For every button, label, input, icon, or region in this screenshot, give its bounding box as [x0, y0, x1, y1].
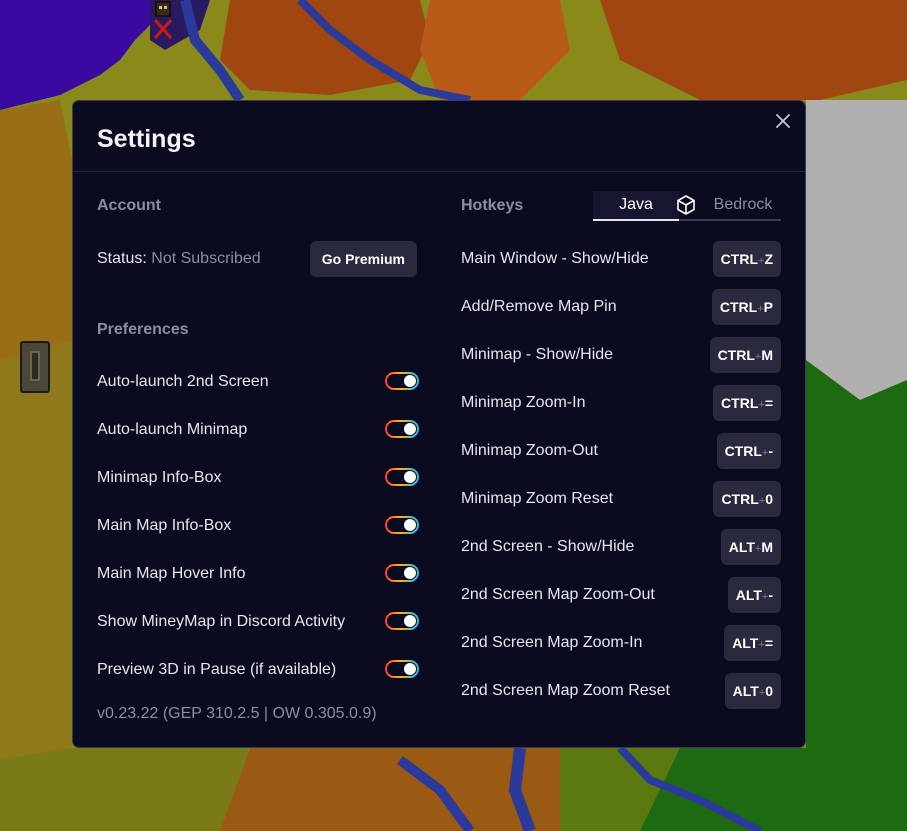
hotkey-label: Add/Remove Map Pin — [461, 298, 617, 315]
hotkey-modifier: CTRL — [721, 395, 759, 411]
toggle-knob — [404, 423, 416, 435]
account-status-row: Status: Not Subscribed Go Premium — [97, 241, 417, 277]
hotkey-label: 2nd Screen Map Zoom Reset — [461, 682, 670, 699]
version-text: v0.23.22 (GEP 310.2.5 | OW 0.305.0.9) — [97, 705, 377, 722]
hotkey-modifier: ALT — [735, 587, 762, 603]
map-marker-icon[interactable] — [20, 341, 50, 393]
hotkey-label: 2nd Screen Map Zoom-In — [461, 634, 643, 651]
status-text: Status: Not Subscribed — [97, 250, 261, 268]
preference-row: Show MineyMap in Discord Activity — [97, 611, 419, 635]
hotkey-label: Main Window - Show/Hide — [461, 250, 649, 267]
preference-label: Auto-launch Minimap — [97, 421, 248, 438]
preference-label: Main Map Info-Box — [97, 517, 232, 534]
hotkey-key: - — [768, 443, 773, 459]
hotkey-key: Z — [764, 251, 773, 267]
tab-bedrock[interactable]: Bedrock — [703, 191, 783, 219]
hotkey-key: P — [763, 299, 773, 315]
hotkey-key: - — [768, 587, 773, 603]
preference-label: Auto-launch 2nd Screen — [97, 373, 269, 390]
hotkey-label: 2nd Screen Map Zoom-Out — [461, 586, 655, 603]
status-label: Status: — [97, 250, 147, 267]
hotkey-row: Add/Remove Map Pin CTRL+P — [461, 289, 783, 325]
hotkey-key: 0 — [765, 491, 773, 507]
hotkey-modifier: ALT — [728, 539, 755, 555]
hotkey-modifier: CTRL — [724, 443, 762, 459]
hotkey-modifier: CTRL — [719, 299, 758, 315]
toggle-knob — [404, 471, 416, 483]
hotkey-row: 2nd Screen Map Zoom-Out ALT+- — [461, 577, 783, 613]
hotkey-binding[interactable]: CTRL+= — [713, 385, 781, 421]
hotkey-modifier: CTRL — [720, 251, 758, 267]
preference-row: Minimap Info-Box — [97, 467, 419, 491]
toggle-knob — [404, 663, 416, 675]
hotkey-row: Minimap - Show/Hide CTRL+M — [461, 337, 783, 373]
hotkey-row: Minimap Zoom-In CTRL+= — [461, 385, 783, 421]
right-column: Hotkeys Java Bedrock Main Window - Show/… — [461, 171, 783, 731]
close-icon[interactable] — [773, 111, 793, 131]
preference-row: Preview 3D in Pause (if available) — [97, 659, 419, 683]
hotkey-row: 2nd Screen Map Zoom Reset ALT+0 — [461, 673, 783, 709]
hotkey-label: Minimap Zoom-Out — [461, 442, 598, 459]
hotkey-row: 2nd Screen Map Zoom-In ALT+= — [461, 625, 783, 661]
hotkey-binding[interactable]: CTRL+0 — [713, 481, 781, 517]
hotkey-label: Minimap Zoom Reset — [461, 490, 614, 507]
hotkey-modifier: CTRL — [717, 347, 755, 363]
hotkey-label: 2nd Screen - Show/Hide — [461, 538, 635, 555]
toggle-knob — [404, 375, 416, 387]
hotkey-row: Main Window - Show/Hide CTRL+Z — [461, 241, 783, 277]
hotkey-row: Minimap Zoom-Out CTRL+- — [461, 433, 783, 469]
preference-toggle[interactable] — [385, 564, 419, 582]
hotkey-row: Minimap Zoom Reset CTRL+0 — [461, 481, 783, 517]
hotkey-row: 2nd Screen - Show/Hide ALT+M — [461, 529, 783, 565]
preference-toggle[interactable] — [385, 420, 419, 438]
hotkey-key: 0 — [765, 683, 773, 699]
toggle-knob — [404, 615, 416, 627]
hotkey-binding[interactable]: ALT+= — [724, 625, 781, 661]
hotkey-key: M — [761, 347, 773, 363]
player-pin-icon[interactable] — [152, 0, 174, 40]
hotkey-label: Minimap Zoom-In — [461, 394, 586, 411]
hotkey-modifier: ALT — [732, 683, 759, 699]
modal-title: Settings — [97, 125, 196, 153]
preferences-section-label: Preferences — [97, 321, 189, 338]
hotkey-binding[interactable]: ALT+0 — [724, 673, 781, 709]
hotkey-modifier: ALT — [732, 635, 759, 651]
account-section-label: Account — [97, 197, 161, 214]
hotkey-binding[interactable]: CTRL+Z — [712, 241, 781, 277]
preference-row: Main Map Info-Box — [97, 515, 419, 539]
edition-tabs: Java Bedrock — [593, 191, 781, 221]
hotkey-binding[interactable]: CTRL+M — [709, 337, 781, 373]
preference-label: Minimap Info-Box — [97, 469, 222, 486]
toggle-knob — [404, 519, 416, 531]
preference-toggle[interactable] — [385, 660, 419, 678]
preference-row: Auto-launch Minimap — [97, 419, 419, 443]
go-premium-button[interactable]: Go Premium — [309, 241, 417, 277]
preference-row: Main Map Hover Info — [97, 563, 419, 587]
preference-label: Show MineyMap in Discord Activity — [97, 613, 346, 630]
hotkey-key: = — [764, 395, 773, 411]
toggle-knob — [404, 567, 416, 579]
status-value: Not Subscribed — [151, 250, 261, 267]
left-column: Account Status: Not Subscribed Go Premiu… — [97, 171, 419, 731]
hotkey-label: Minimap - Show/Hide — [461, 346, 614, 363]
preference-toggle[interactable] — [385, 372, 419, 390]
preference-toggle[interactable] — [385, 612, 419, 630]
hotkey-binding[interactable]: ALT+M — [720, 529, 781, 565]
tab-java[interactable]: Java — [593, 191, 679, 221]
preference-toggle[interactable] — [385, 468, 419, 486]
cube-icon[interactable] — [675, 194, 697, 216]
hotkey-modifier: CTRL — [721, 491, 759, 507]
hotkey-binding[interactable]: CTRL+P — [711, 289, 781, 325]
preference-toggle[interactable] — [385, 516, 419, 534]
hotkey-binding[interactable]: ALT+- — [727, 577, 781, 613]
preference-row: Auto-launch 2nd Screen — [97, 371, 419, 395]
hotkeys-section-label: Hotkeys — [461, 197, 524, 214]
settings-modal: Settings Account Status: Not Subscribed … — [72, 100, 806, 748]
preference-label: Main Map Hover Info — [97, 565, 246, 582]
hotkey-key: = — [764, 635, 773, 651]
preference-label: Preview 3D in Pause (if available) — [97, 661, 337, 678]
modal-header: Settings — [73, 101, 805, 172]
hotkey-binding[interactable]: CTRL+- — [716, 433, 781, 469]
hotkey-key: M — [761, 539, 773, 555]
